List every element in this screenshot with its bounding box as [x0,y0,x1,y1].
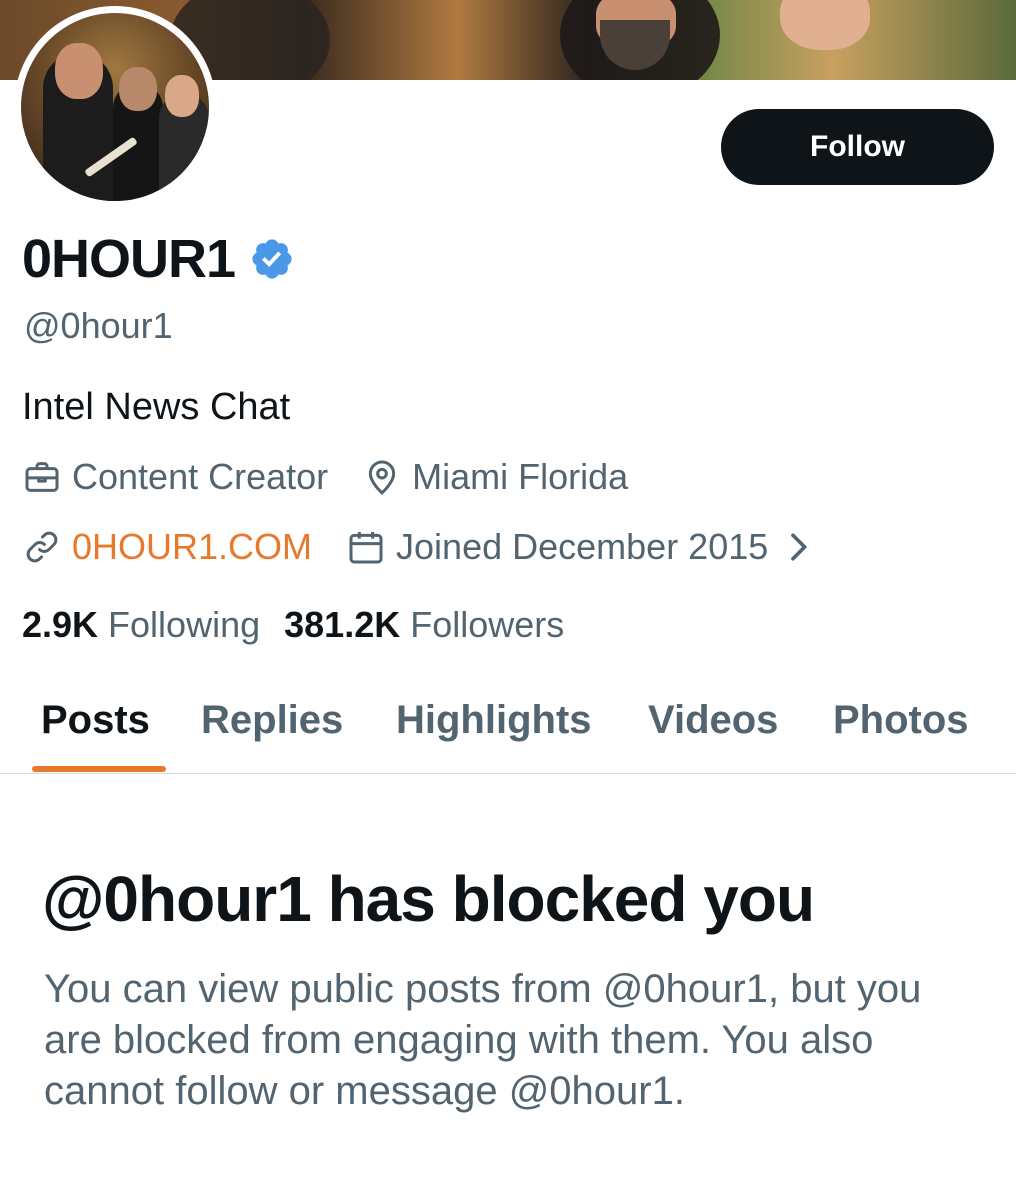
profile-category: Content Creator [22,456,328,498]
profile-location: Miami Florida [362,456,628,498]
profile-website[interactable]: 0HOUR1.COM [22,526,312,568]
profile-meta-row: Content Creator Miami Florida [22,456,628,498]
tab-highlights[interactable]: Highlights [396,698,592,743]
following-stat[interactable]: 2.9K Following [22,604,260,646]
chevron-right-icon[interactable] [778,527,818,567]
tab-posts[interactable]: Posts [41,698,150,743]
avatar-figure [119,67,157,111]
display-name: 0HOUR1 [22,229,236,289]
verified-badge-icon[interactable] [249,236,295,282]
profile-handle: @0hour1 [24,305,173,346]
avatar[interactable] [14,6,216,208]
location-label: Miami Florida [412,456,629,497]
followers-label: Followers [410,604,565,645]
calendar-icon [349,532,383,564]
blocked-title: @0hour1 has blocked you [42,863,815,935]
display-name-row: 0HOUR1 [22,228,295,290]
profile-joined[interactable]: Joined December 2015 [346,526,828,568]
active-tab-indicator [32,766,166,772]
website-link[interactable]: 0HOUR1.COM [72,526,312,568]
location-pin-icon [368,460,396,495]
link-icon [26,531,58,563]
profile-stats: 2.9K Following 381.2K Followers [22,604,564,646]
profile-bio: Intel News Chat [22,386,291,428]
follow-button[interactable]: Follow [721,109,994,185]
profile-meta-row: 0HOUR1.COM Joined December 2015 [22,526,828,568]
banner-figure [780,0,870,50]
following-count: 2.9K [22,604,99,645]
tab-replies[interactable]: Replies [201,698,343,743]
avatar-figure [55,43,103,99]
followers-stat[interactable]: 381.2K Followers [284,604,564,646]
briefcase-icon [25,462,59,492]
category-label: Content Creator [72,456,329,497]
followers-count: 381.2K [284,604,401,645]
blocked-message: You can view public posts from @0hour1, … [44,967,922,1113]
joined-label: Joined December 2015 [396,526,769,567]
tab-photos[interactable]: Photos [833,698,969,743]
following-label: Following [108,604,261,645]
profile-tabs: Posts Replies Highlights Videos Photos [0,668,1016,774]
tab-videos[interactable]: Videos [648,698,778,743]
avatar-image [21,13,209,201]
avatar-figure [165,75,199,117]
